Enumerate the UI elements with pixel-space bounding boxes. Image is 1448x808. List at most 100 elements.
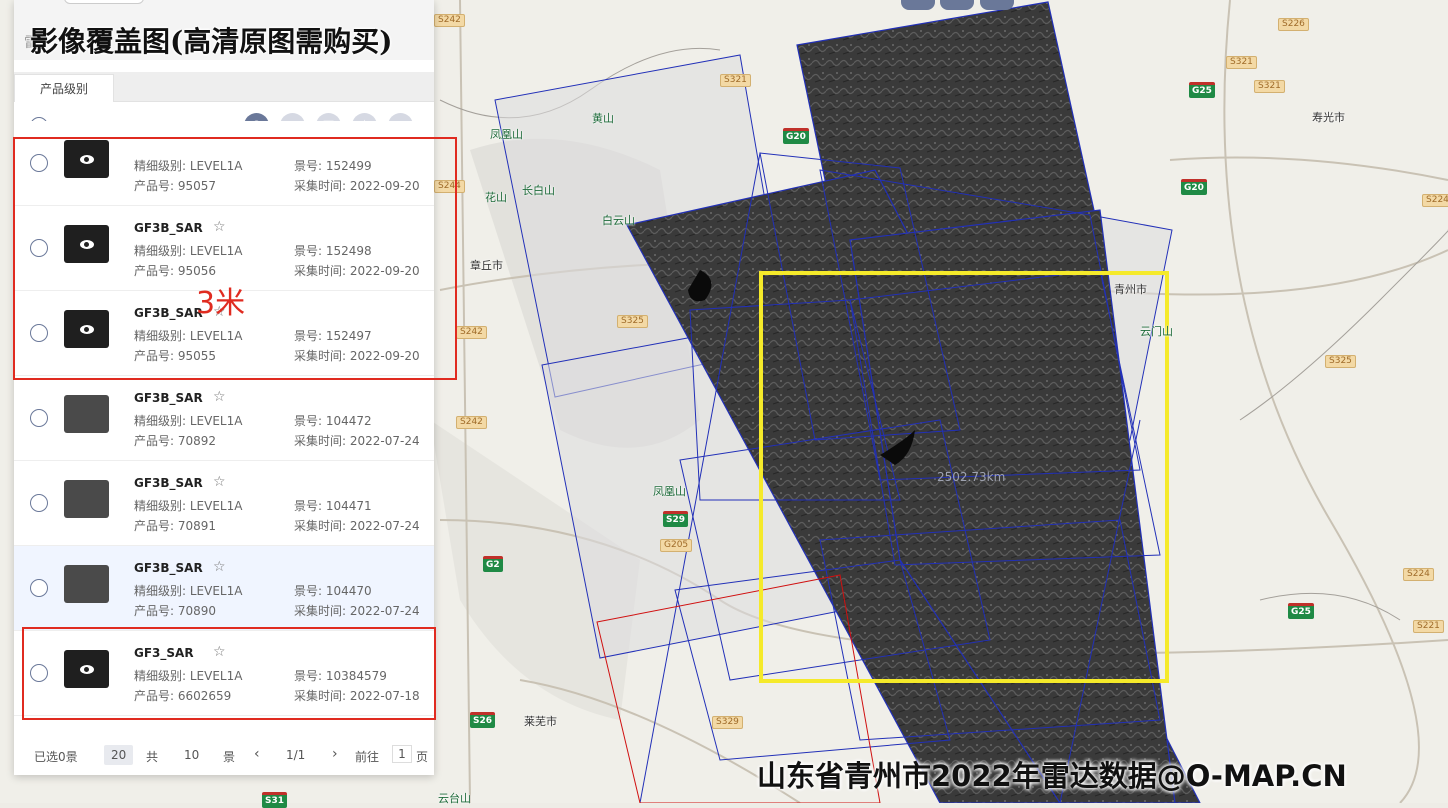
road-shield: S325 (1325, 355, 1356, 368)
level-value: LEVEL1A (189, 414, 243, 428)
highway-shield: S31 (262, 792, 288, 808)
annotation-box (22, 627, 436, 720)
scene-value: 104471 (325, 499, 372, 513)
highway-shield: G2 (483, 556, 503, 572)
scene-value: 104472 (325, 414, 372, 428)
date-value: 2022-07-24 (349, 604, 420, 618)
star-icon[interactable]: ☆ (213, 559, 226, 575)
product-name: GF3B_SAR (134, 476, 203, 490)
scene-field: 景号: 104470 (294, 582, 372, 599)
place-label: 莱芜市 (524, 715, 557, 728)
product-field: 产品号: 70890 (134, 602, 216, 619)
page-indicator: 1/1 (286, 748, 306, 762)
date-value: 2022-07-24 (349, 519, 420, 533)
level-value: LEVEL1A (189, 584, 243, 598)
total-count: 10 (184, 748, 200, 762)
date-label: 采集时间: (294, 434, 350, 448)
date-label: 采集时间: (294, 604, 350, 618)
road-shield: S321 (720, 74, 751, 87)
selected-count: 已选0景 (34, 750, 78, 764)
row-select-radio[interactable] (30, 494, 48, 512)
star-icon[interactable]: ☆ (213, 474, 226, 490)
road-shield: S325 (617, 315, 648, 328)
date-field: 采集时间: 2022-07-24 (294, 432, 420, 449)
highway-shield: S26 (470, 712, 496, 728)
scene-label: 景号: (294, 414, 326, 428)
highway-shield: S29 (663, 511, 689, 527)
level-label: 精细级别: (134, 414, 190, 428)
overlay-title: 影像覆盖图(高清原图需购买) (30, 25, 393, 58)
page-suffix: 页 (416, 750, 429, 764)
list-item[interactable]: GF3B_SAR ☆ 精细级别: LEVEL1A 产品号: 70892 景号: 1044… (14, 376, 434, 461)
scene-value: 104470 (325, 584, 372, 598)
tab-product-level[interactable]: 产品级别 (14, 74, 114, 102)
road-shield: S224 (1403, 568, 1434, 581)
next-page-button[interactable]: › (332, 746, 338, 762)
image-thumbnail[interactable] (64, 565, 109, 603)
road-shield: S329 (712, 716, 743, 729)
star-icon[interactable]: ☆ (213, 389, 226, 405)
product-name: GF3B_SAR (134, 391, 203, 405)
product-value: 70890 (177, 604, 217, 618)
resolution-note: 3米 (196, 286, 246, 321)
product-field: 产品号: 70891 (134, 517, 216, 534)
place-label: 云门山 (1140, 325, 1173, 338)
total-prefix: 共 (146, 750, 159, 764)
place-label: 青州市 (1114, 283, 1147, 296)
place-label: 长白山 (522, 184, 555, 197)
list-item[interactable]: GF3B_SAR ☆ 精细级别: LEVEL1A 产品号: 70890 景号: 1044… (14, 546, 434, 631)
row-select-radio[interactable] (30, 409, 48, 427)
road-shield: S321 (1254, 80, 1285, 93)
annotation-box (13, 137, 457, 380)
search-input[interactable] (64, 0, 144, 4)
road-shield: S221 (1413, 620, 1444, 633)
scene-field: 景号: 104472 (294, 412, 372, 429)
date-value: 2022-07-24 (349, 434, 420, 448)
place-label: 凤凰山 (653, 485, 686, 498)
road-shield: S242 (456, 326, 487, 339)
row-select-radio[interactable] (30, 579, 48, 597)
highway-shield: G25 (1288, 603, 1314, 619)
page-size-select[interactable]: 20 (104, 745, 134, 765)
road-shield: S242 (434, 14, 465, 27)
map-tool-button[interactable] (901, 0, 935, 10)
product-label: 产品号: (134, 519, 178, 533)
road-shield: S242 (456, 416, 487, 429)
area-measure-label: 2502.73km (937, 470, 1006, 484)
road-shield: S224 (1422, 194, 1448, 207)
place-label: 白云山 (602, 214, 635, 227)
list-item[interactable]: GF3B_SAR ☆ 精细级别: LEVEL1A 产品号: 70891 景号: 1044… (14, 461, 434, 546)
highway-shield: G20 (783, 128, 809, 144)
image-thumbnail[interactable] (64, 480, 109, 518)
place-label: 花山 (485, 191, 507, 204)
place-label: 寿光市 (1312, 111, 1345, 124)
scene-label: 景号: (294, 584, 326, 598)
prev-page-button[interactable]: ‹ (254, 746, 260, 762)
road-shield: S321 (1226, 56, 1257, 69)
product-label: 产品号: (134, 434, 178, 448)
map-tool-button[interactable] (940, 0, 974, 10)
map-tool-button[interactable] (980, 0, 1014, 10)
image-thumbnail[interactable] (64, 395, 109, 433)
scene-label: 景号: (294, 499, 326, 513)
product-value: 70891 (177, 519, 217, 533)
road-shield: S226 (1278, 18, 1309, 31)
date-field: 采集时间: 2022-07-24 (294, 517, 420, 534)
road-shield: G205 (660, 539, 693, 552)
goto-label: 前往 (355, 750, 380, 764)
watermark-caption: 山东省青州市2022年雷达数据@O-MAP.CN (757, 759, 1347, 793)
date-field: 采集时间: 2022-07-24 (294, 602, 420, 619)
product-name: GF3B_SAR (134, 561, 203, 575)
date-label: 采集时间: (294, 519, 350, 533)
product-field: 产品号: 70892 (134, 432, 216, 449)
place-label: 云台山 (438, 792, 471, 805)
level-field: 精细级别: LEVEL1A (134, 582, 242, 599)
place-label: 凤凰山 (490, 128, 523, 141)
scene-field: 景号: 104471 (294, 497, 372, 514)
level-label: 精细级别: (134, 499, 190, 513)
highway-shield: G25 (1189, 82, 1215, 98)
goto-page-input[interactable]: 1 (392, 745, 412, 763)
product-label: 产品号: (134, 604, 178, 618)
level-label: 精细级别: (134, 584, 190, 598)
level-value: LEVEL1A (189, 499, 243, 513)
